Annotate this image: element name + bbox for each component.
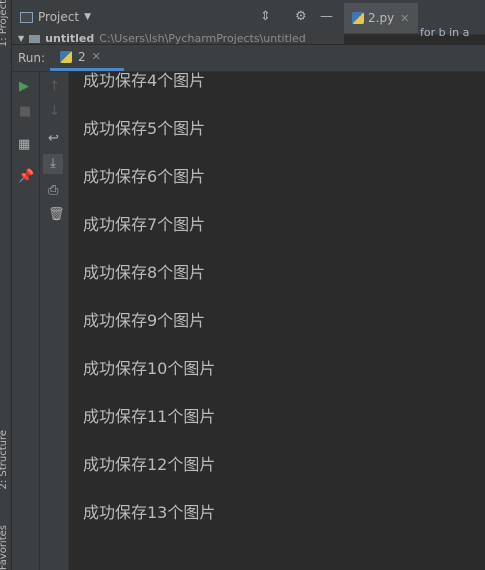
project-window-icon [20, 11, 33, 23]
favorites-side-tab[interactable]: Favorites [0, 525, 9, 570]
arrow-up-icon[interactable]: ↑ [49, 80, 60, 94]
play-icon[interactable]: ▶ [19, 80, 29, 94]
console-line: 成功保存7个图片 [83, 215, 206, 234]
layout-icon[interactable]: ▦ [18, 138, 30, 152]
run-toolbar: Run: 2 ✕ [12, 45, 485, 72]
console-line: 成功保存8个图片 [83, 263, 206, 282]
project-label: Project [38, 10, 80, 24]
console-line: 成功保存6个图片 [83, 167, 206, 186]
expand-arrow-icon: ▼ [18, 34, 25, 43]
collapse-icon[interactable]: ⇕ [260, 9, 271, 24]
stop-icon[interactable]: ■ [19, 105, 31, 119]
console-output[interactable]: 成功保存4个图片 成功保存5个图片 成功保存6个图片 成功保存7个图片 成功保存… [69, 72, 485, 570]
console-line: 成功保存13个图片 [83, 503, 216, 522]
project-view-selector[interactable]: Project ▼ [20, 8, 91, 26]
run-label: Run: [18, 51, 46, 65]
left-tool-strip: 1: Project 2: Structure Favorites [0, 0, 12, 570]
trash-icon[interactable]: 🗑 [48, 208, 65, 222]
minimize-icon[interactable]: — [320, 9, 333, 24]
chevron-down-icon: ▼ [84, 12, 91, 22]
run-actions-column: ▶ ■ ▦ 📌 [12, 72, 40, 570]
console-line: 成功保存9个图片 [83, 311, 206, 330]
console-line: 成功保存4个图片 [83, 72, 206, 90]
console-line: 成功保存10个图片 [83, 359, 216, 378]
editor-tab-label: 2.py [368, 11, 395, 25]
console-line: 成功保存11个图片 [83, 407, 216, 426]
editor-code-snippet: for b in a [420, 26, 470, 39]
close-icon[interactable]: ✕ [92, 50, 101, 63]
arrow-down-icon[interactable]: ↓ [49, 105, 60, 119]
console-line: 成功保存5个图片 [83, 119, 206, 138]
python-file-icon [352, 12, 364, 24]
python-run-icon [60, 50, 72, 63]
pin-icon[interactable]: 📌 [18, 170, 34, 184]
run-tab[interactable]: 2 ✕ [50, 45, 124, 71]
project-side-tab[interactable]: 1: Project [0, 0, 9, 47]
project-toolbar: Project ▼ ⇕ ⚙ — 2.py ✕ [12, 0, 485, 35]
scroll-to-end-icon[interactable]: ⤓ [43, 154, 63, 174]
project-path: C:\Users\lsh\PycharmProjects\untitled [99, 34, 306, 44]
run-tab-label: 2 [78, 49, 86, 64]
folder-icon [29, 34, 41, 43]
project-name: untitled [45, 34, 95, 44]
project-tree-row[interactable]: ▼ untitled C:\Users\lsh\PycharmProjects\… [12, 34, 344, 44]
close-icon[interactable]: ✕ [400, 12, 409, 25]
editor-tab-2py[interactable]: 2.py ✕ [344, 3, 418, 33]
print-icon[interactable]: ⎙ [48, 184, 58, 198]
gear-icon[interactable]: ⚙ [295, 9, 307, 24]
console-line: 成功保存12个图片 [83, 455, 216, 474]
soft-wrap-icon[interactable]: ↩ [48, 132, 59, 146]
structure-side-tab[interactable]: 2: Structure [0, 430, 9, 489]
console-actions-column: ↑ ↓ ↩ ⤓ ⎙ 🗑 [40, 72, 69, 570]
